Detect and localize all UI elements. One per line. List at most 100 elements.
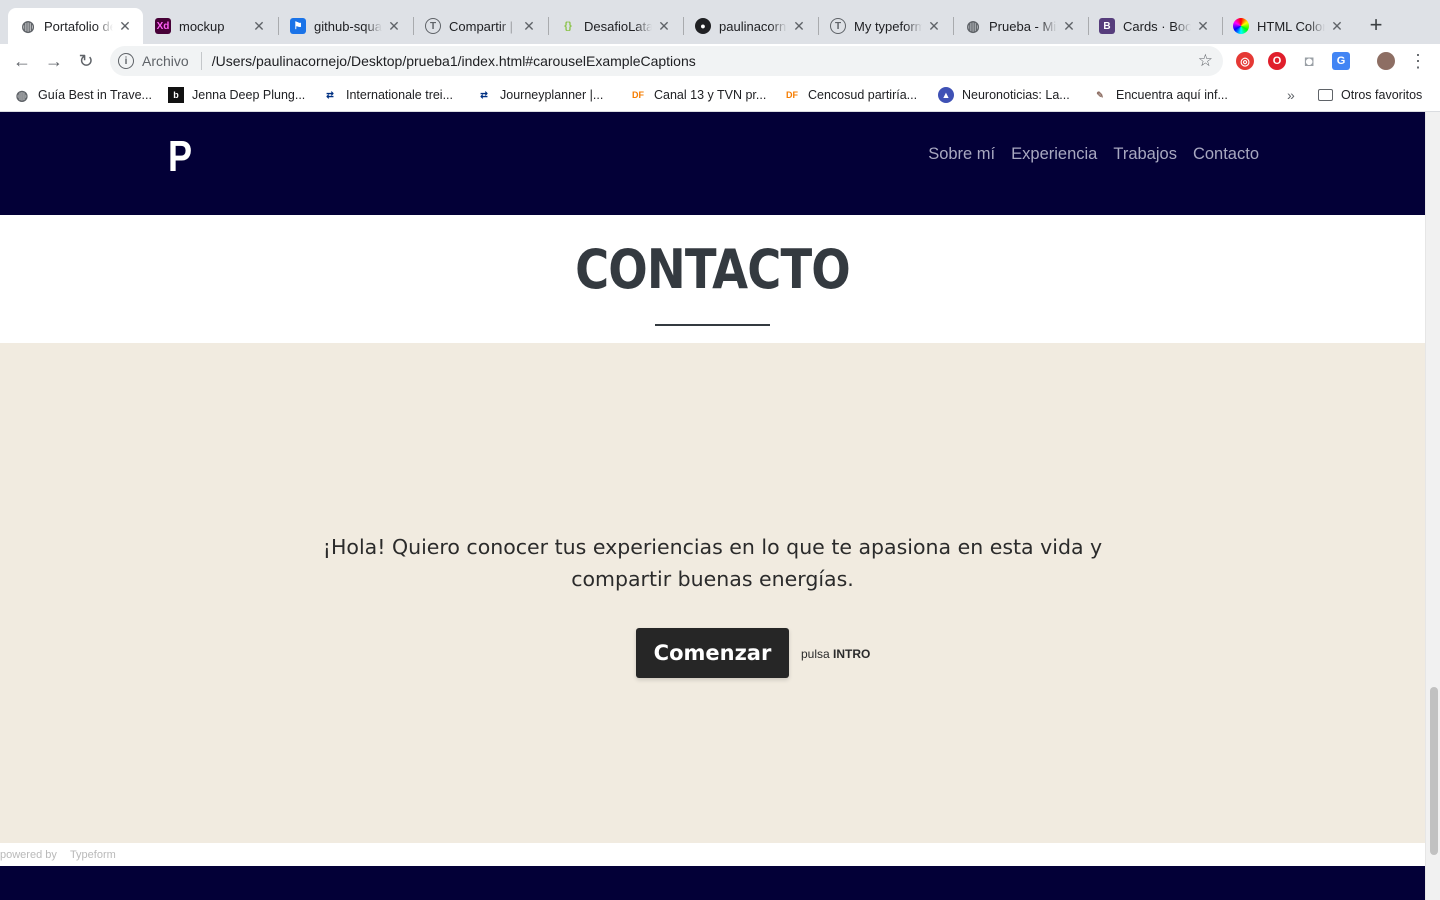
close-tab-icon[interactable]: ✕ — [251, 18, 267, 35]
powered-by-label: powered by — [0, 849, 57, 861]
site-navbar: P Sobre mí Experiencia Trabajos Contacto — [0, 112, 1425, 215]
new-tab-button[interactable]: + — [1364, 12, 1388, 37]
flag-icon: ⚑ — [290, 18, 306, 34]
color-wheel-icon — [1233, 18, 1249, 34]
typeform-embed: ¡Hola! Quiero conocer tus experiencias e… — [0, 343, 1425, 843]
keyboard-hint: pulsa INTRO — [801, 647, 870, 661]
tab-title: Compartir | T — [449, 18, 517, 34]
other-bookmarks-label: Otros favoritos — [1341, 88, 1423, 102]
form-prompt-line2: compartir buenas energías. — [571, 567, 854, 591]
ns-logo-icon: ⇄ — [326, 89, 334, 100]
section-title: CONTACTO — [575, 238, 851, 301]
close-tab-icon[interactable]: ✕ — [926, 18, 942, 35]
globe-icon: ◍ — [966, 18, 980, 35]
close-tab-icon[interactable]: ✕ — [521, 18, 537, 35]
start-button[interactable]: Comenzar — [636, 628, 789, 678]
forward-button[interactable]: → — [42, 49, 66, 73]
tab-portafolio[interactable]: ◍ Portafolio de ✕ — [8, 8, 143, 44]
bootstrap-icon: B — [1099, 18, 1115, 34]
bookmarks-overflow-button[interactable]: » — [1287, 85, 1295, 105]
browser-toolbar: ← → ↻ i Archivo /Users/paulinacornejo/De… — [0, 44, 1440, 78]
bookmark-item[interactable]: b Jenna Deep Plung... — [168, 85, 305, 105]
tab-desafiolatam[interactable]: {} DesafioLatam ✕ — [548, 8, 682, 44]
close-tab-icon[interactable]: ✕ — [656, 18, 672, 35]
tab-html-color[interactable]: HTML Color ✕ — [1221, 8, 1355, 44]
page-viewport: P Sobre mí Experiencia Trabajos Contacto… — [0, 112, 1425, 900]
page-scrollbar[interactable] — [1425, 112, 1440, 900]
bookmark-item[interactable]: DF Canal 13 y TVN pr... — [630, 85, 766, 105]
typeform-icon: T — [830, 18, 846, 34]
bookmark-label: Jenna Deep Plung... — [192, 88, 306, 102]
tab-title: HTML Color — [1257, 18, 1325, 34]
folder-icon — [1318, 89, 1333, 101]
nav-link-experiencia[interactable]: Experiencia — [1011, 145, 1097, 164]
site-logo[interactable]: P — [168, 132, 192, 182]
tab-title: Cards · Boot — [1123, 18, 1191, 34]
globe-icon: ◍ — [21, 18, 35, 35]
hint-key: INTRO — [833, 647, 871, 661]
powered-by-typeform[interactable]: powered by Typeform — [0, 849, 116, 861]
reload-button[interactable]: ↻ — [74, 49, 98, 73]
tab-github-squa[interactable]: ⚑ github-squa ✕ — [278, 8, 412, 44]
nav-link-sobre-mi[interactable]: Sobre mí — [928, 145, 995, 164]
tab-compartir[interactable]: T Compartir | T ✕ — [413, 8, 547, 44]
bookmark-label: Guía Best in Trave... — [38, 88, 152, 102]
bookmark-star-icon[interactable]: ☆ — [1198, 51, 1213, 71]
tab-title: Portafolio de — [44, 18, 113, 34]
close-tab-icon[interactable]: ✕ — [1061, 18, 1077, 35]
info-icon[interactable]: i — [118, 53, 134, 69]
tab-title: github-squa — [314, 18, 382, 34]
xd-icon: Xd — [155, 18, 171, 34]
nav-link-trabajos[interactable]: Trabajos — [1113, 145, 1177, 164]
address-url[interactable]: /Users/paulinacornejo/Desktop/prueba1/in… — [212, 53, 696, 69]
site-nav-links: Sobre mí Experiencia Trabajos Contacto — [928, 145, 1259, 164]
bookmark-label: Neuronoticias: La... — [962, 88, 1070, 102]
close-tab-icon[interactable]: ✕ — [386, 18, 402, 35]
tab-title: paulinacorne — [719, 18, 787, 34]
tab-title: My typeform — [854, 18, 922, 34]
back-button[interactable]: ← — [10, 49, 34, 73]
bookmark-item[interactable]: DF Cencosud partiría... — [784, 85, 917, 105]
address-divider — [200, 52, 202, 70]
bookmark-item[interactable]: ⇄ Journeyplanner |... — [476, 85, 603, 105]
bookmark-item[interactable]: ✎ Encuentra aquí inf... — [1092, 85, 1228, 105]
bookmark-item[interactable]: ⇄ Internationale trei... — [322, 85, 453, 105]
translate-icon[interactable]: G — [1332, 52, 1350, 70]
hint-prefix: pulsa — [801, 647, 830, 661]
df-logo-icon: DF — [632, 90, 644, 100]
close-tab-icon[interactable]: ✕ — [117, 18, 133, 35]
address-scheme-label: Archivo — [142, 53, 189, 69]
opera-icon[interactable]: O — [1268, 52, 1286, 70]
tab-title: Prueba - Mi — [989, 18, 1057, 34]
df-logo-icon: DF — [786, 90, 798, 100]
close-tab-icon[interactable]: ✕ — [1195, 18, 1211, 35]
tab-prueba[interactable]: ◍ Prueba - Mi ✕ — [953, 8, 1087, 44]
browser-tab-strip: ◍ Portafolio de ✕ Xd mockup ✕ ⚑ github-s… — [0, 0, 1440, 44]
site-footer — [0, 866, 1425, 900]
tab-cards-bootstrap[interactable]: B Cards · Boot ✕ — [1087, 8, 1221, 44]
avatar[interactable] — [1377, 52, 1395, 70]
tab-title: DesafioLatam — [584, 18, 652, 34]
bookmark-item[interactable]: ◍ Guía Best in Trave... — [14, 85, 152, 105]
more-menu-icon[interactable]: ⋮ — [1406, 49, 1430, 73]
bookmark-label: Internationale trei... — [346, 88, 454, 102]
nav-link-contacto[interactable]: Contacto — [1193, 145, 1259, 164]
close-tab-icon[interactable]: ✕ — [1329, 18, 1345, 35]
triangle-logo-icon: ▲ — [938, 87, 954, 103]
bookmark-label: Encuentra aquí inf... — [1116, 88, 1228, 102]
scrollbar-thumb[interactable] — [1430, 687, 1438, 855]
form-prompt-line1: ¡Hola! Quiero conocer tus experiencias e… — [322, 535, 1103, 559]
bookmark-label: Cencosud partiría... — [808, 88, 918, 102]
camera-icon[interactable]: ◘ — [1300, 52, 1318, 70]
ns-logo-icon: ⇄ — [480, 89, 488, 100]
title-divider — [655, 324, 770, 326]
close-tab-icon[interactable]: ✕ — [791, 18, 807, 35]
other-bookmarks-folder[interactable]: Otros favoritos — [1318, 85, 1422, 105]
bookmark-item[interactable]: ▲ Neuronoticias: La... — [938, 85, 1070, 105]
form-prompt: ¡Hola! Quiero conocer tus experiencias e… — [300, 531, 1125, 595]
tab-github-profile[interactable]: ● paulinacorne ✕ — [683, 8, 817, 44]
address-bar[interactable]: i Archivo /Users/paulinacornejo/Desktop/… — [110, 46, 1223, 76]
extension-red-icon[interactable]: ◎ — [1236, 52, 1254, 70]
tab-mockup[interactable]: Xd mockup ✕ — [143, 8, 277, 44]
tab-my-typeform[interactable]: T My typeform ✕ — [818, 8, 952, 44]
